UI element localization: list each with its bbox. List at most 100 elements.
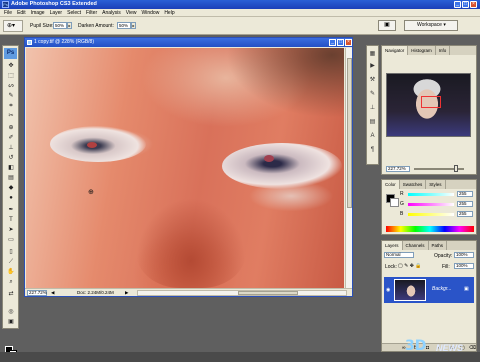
brush-tool-icon[interactable]: ✐ xyxy=(5,134,17,142)
status-menu-icon[interactable]: ◀ xyxy=(51,289,54,297)
zoom-tool-icon[interactable]: ⌕ xyxy=(5,278,17,286)
tab-channels[interactable]: Channels xyxy=(403,241,429,250)
path-select-tool-icon[interactable]: ➤ xyxy=(5,226,17,234)
navigator-preview[interactable] xyxy=(386,73,471,137)
type-tool-icon[interactable]: T xyxy=(5,216,17,224)
pupil-size-label: Pupil Size: xyxy=(30,23,54,29)
vertical-scroll-thumb[interactable] xyxy=(347,58,352,208)
crop-tool-icon[interactable]: ⌗ xyxy=(5,102,17,110)
history-brush-tool-icon[interactable]: ↺ xyxy=(5,154,17,162)
eyedropper-tool-icon[interactable]: ⟋ xyxy=(5,258,17,266)
vertical-scrollbar[interactable] xyxy=(345,48,352,288)
darken-amount-input[interactable]: 50% xyxy=(117,22,131,29)
navigator-zoom-field[interactable]: 227.72% xyxy=(386,166,410,172)
pupil-size-dropdown[interactable]: ▸ xyxy=(67,22,72,29)
paragraph-panel-icon[interactable]: ¶ xyxy=(368,146,377,155)
doc-maximize-button[interactable]: □ xyxy=(337,39,344,46)
color-spectrum-bar[interactable] xyxy=(386,226,474,232)
blur-tool-icon[interactable]: ◆ xyxy=(5,184,17,192)
gradient-tool-icon[interactable]: ▤ xyxy=(5,174,17,182)
horizontal-scroll-thumb[interactable] xyxy=(238,291,298,295)
tool-presets-icon[interactable]: ⚒ xyxy=(368,76,377,85)
green-channel-value[interactable]: 255 xyxy=(457,201,473,207)
marquee-tool-icon[interactable]: ⬚ xyxy=(5,72,17,80)
document-window: 1 copy.tif @ 228% (RGB/8) _ □ × ⊕ 227.72… xyxy=(24,37,353,297)
notes-tool-icon[interactable]: ▯ xyxy=(5,248,17,256)
quick-select-tool-icon[interactable]: ✎ xyxy=(5,92,17,100)
move-tool-icon[interactable]: ✥ xyxy=(5,62,17,70)
fill-label: Fill: xyxy=(442,264,450,270)
tab-color[interactable]: Color xyxy=(382,180,400,189)
tab-layers[interactable]: Layers xyxy=(382,241,403,250)
trash-icon[interactable]: ⌫ xyxy=(469,345,476,351)
brushes-panel-icon[interactable]: ✎ xyxy=(368,90,377,99)
zoom-level-field[interactable]: 227.72% xyxy=(27,290,47,296)
shape-tool-icon[interactable]: ▭ xyxy=(5,236,17,244)
swap-colors-icon[interactable]: ⇄ xyxy=(5,290,17,298)
opacity-input[interactable]: 100% xyxy=(454,252,474,258)
screen-mode-icon[interactable]: ▣ xyxy=(5,318,17,326)
hand-tool-icon[interactable]: ✋ xyxy=(5,268,17,276)
stamp-tool-icon[interactable]: ⊥ xyxy=(5,144,17,152)
clone-source-icon[interactable]: ⊥ xyxy=(368,104,377,113)
menu-layer[interactable]: Layer xyxy=(50,9,63,17)
document-title: 1 copy.tif @ 228% (RGB/8) xyxy=(34,39,95,45)
navigator-view-box[interactable] xyxy=(421,96,441,108)
tab-histogram[interactable]: Histogram xyxy=(408,46,436,55)
tab-navigator[interactable]: Navigator xyxy=(382,46,409,55)
menu-window[interactable]: Window xyxy=(142,9,160,17)
red-channel-value[interactable]: 255 xyxy=(457,191,473,197)
dodge-tool-icon[interactable]: ● xyxy=(5,194,17,202)
menu-file[interactable]: File xyxy=(4,9,12,17)
status-arrow-icon[interactable]: ▶ xyxy=(125,289,128,297)
lasso-tool-icon[interactable]: ᔕ xyxy=(5,82,17,90)
pupil-size-input[interactable]: 50% xyxy=(53,22,67,29)
history-panel-icon[interactable]: ▦ xyxy=(368,50,377,59)
fill-input[interactable]: 100% xyxy=(454,263,474,269)
menu-filter[interactable]: Filter xyxy=(86,9,97,17)
lock-label: Lock: xyxy=(385,264,397,270)
quick-mask-icon[interactable]: ◎ xyxy=(5,308,17,316)
character-panel-icon[interactable]: A xyxy=(368,132,377,141)
eraser-tool-icon[interactable]: ◧ xyxy=(5,164,17,172)
layer-mask-icon[interactable]: ◘ xyxy=(426,345,429,351)
tab-swatches[interactable]: Swatches xyxy=(400,180,427,189)
maximize-button[interactable]: □ xyxy=(462,1,469,8)
menu-select[interactable]: Select xyxy=(67,9,81,17)
tab-paths[interactable]: Paths xyxy=(429,241,448,250)
layer-comps-icon[interactable]: ▤ xyxy=(368,118,377,127)
menu-image[interactable]: Image xyxy=(31,9,45,17)
doc-minimize-button[interactable]: _ xyxy=(329,39,336,46)
menu-view[interactable]: View xyxy=(126,9,137,17)
blend-mode-select[interactable]: Normal xyxy=(384,252,414,258)
tab-styles[interactable]: Styles xyxy=(426,180,446,189)
image-canvas[interactable]: ⊕ xyxy=(26,48,344,288)
spot-heal-tool-icon[interactable]: ⊕ xyxy=(5,124,17,132)
navigator-zoom-knob[interactable] xyxy=(454,165,458,172)
tool-preset-picker[interactable]: ⊕▾ xyxy=(3,20,23,32)
actions-panel-icon[interactable]: ▶ xyxy=(368,62,377,71)
color-bg-swatch[interactable] xyxy=(390,198,399,207)
tab-info[interactable]: Info xyxy=(436,46,451,55)
horizontal-scrollbar[interactable] xyxy=(137,290,347,296)
darken-amount-label: Darken Amount: xyxy=(78,23,114,29)
minimize-button[interactable]: _ xyxy=(454,1,461,8)
blue-channel-slider[interactable] xyxy=(408,213,454,216)
workspace-button[interactable]: Workspace ▾ xyxy=(404,20,458,31)
menu-analysis[interactable]: Analysis xyxy=(102,9,121,17)
document-title-bar[interactable]: 1 copy.tif @ 228% (RGB/8) xyxy=(25,38,352,47)
doc-close-button[interactable]: × xyxy=(345,39,352,46)
blue-channel-value[interactable]: 255 xyxy=(457,211,473,217)
green-channel-slider[interactable] xyxy=(408,203,454,206)
menu-help[interactable]: Help xyxy=(164,9,174,17)
go-to-bridge-button[interactable]: ▣ xyxy=(378,20,396,31)
pen-tool-icon[interactable]: ✒ xyxy=(5,206,17,214)
menu-edit[interactable]: Edit xyxy=(17,9,26,17)
layer-row-background[interactable]: ◉ Backgr... ▣ xyxy=(384,277,474,303)
eye-visibility-icon[interactable]: ◉ xyxy=(386,287,392,293)
darken-amount-dropdown[interactable]: ▸ xyxy=(131,22,136,29)
slice-tool-icon[interactable]: ✂ xyxy=(5,112,17,120)
red-channel-slider[interactable] xyxy=(408,193,454,196)
close-button[interactable]: × xyxy=(470,1,477,8)
lock-options-icon[interactable]: ▢ ✎ ✥ 🔒 xyxy=(398,263,422,269)
